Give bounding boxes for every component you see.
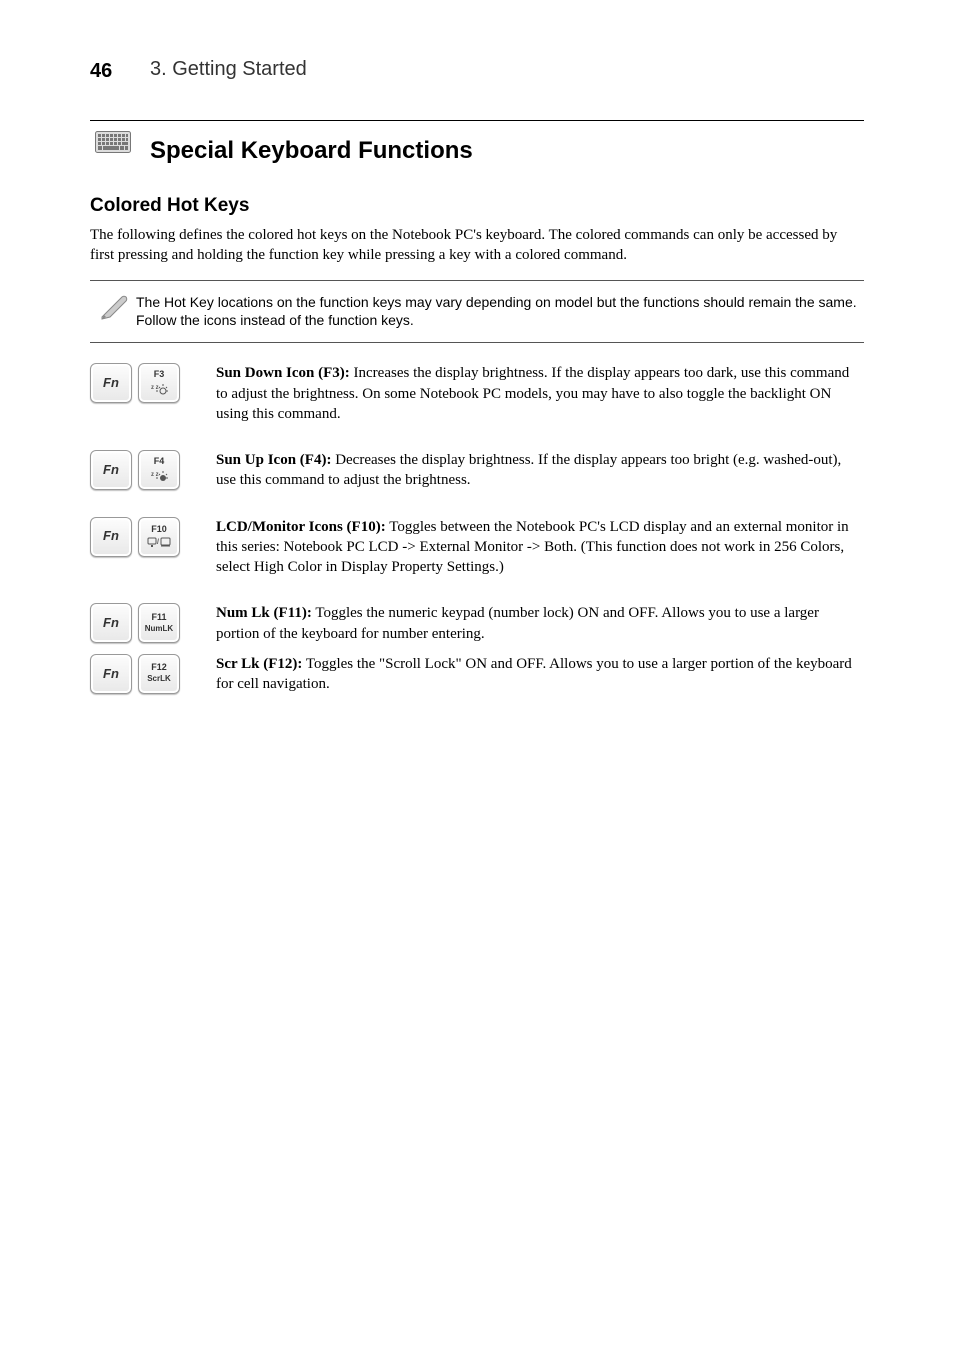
- f4-key-label: F4: [154, 457, 165, 467]
- f4-description: Sun Up Icon (F4): Decreases the display …: [210, 450, 864, 491]
- f12-key-label-top: F12: [151, 663, 167, 673]
- fn-key-icon: Fn: [90, 363, 132, 403]
- page: 46 3. Getting Started: [0, 0, 954, 1351]
- page-number: 46: [90, 60, 112, 83]
- f4-key-icon: F4 z z: [138, 450, 180, 490]
- lcd-monitor-icon: /: [147, 536, 171, 548]
- running-head: 3. Getting Started: [150, 58, 307, 81]
- fn-key-icon: Fn: [90, 654, 132, 694]
- f3-key-label: F3: [154, 370, 165, 380]
- f11-lead: Num Lk (F11):: [216, 605, 312, 621]
- fn-key-icon: Fn: [90, 603, 132, 643]
- svg-text:z z: z z: [151, 472, 159, 478]
- keyboard-icon: [95, 131, 131, 153]
- f3-description: Sun Down Icon (F3): Increases the displa…: [210, 363, 864, 424]
- f12-text: Toggles the "Scroll Lock" ON and OFF. Al…: [216, 656, 852, 692]
- f10-key-label: F10: [151, 525, 167, 535]
- section-rule: [90, 120, 864, 121]
- hotkey-row-f4: Fn F4 z z Sun Up Icon (F4): Decreases th…: [90, 450, 864, 491]
- colored-hotkeys-intro: The following defines the colored hot ke…: [90, 225, 864, 266]
- svg-text:z z: z z: [151, 385, 159, 391]
- f10-description: LCD/Monitor Icons (F10): Toggles between…: [210, 517, 864, 578]
- f11-key-label-top: F11: [151, 613, 166, 623]
- fn-key-icon: Fn: [90, 517, 132, 557]
- hotkey-row-f3: Fn F3 z z Sun Down Icon (F3): Increases …: [90, 363, 864, 424]
- hotkey-row-f10: Fn F10 / LCD/Monitor Icons (F10): Toggle…: [90, 517, 864, 578]
- f12-lead: Scr Lk (F12):: [216, 656, 302, 672]
- fn-key-icon: Fn: [90, 450, 132, 490]
- f10-key-icon: F10 /: [138, 517, 180, 557]
- hotkey-row-f11: Fn F11 NumLK Num Lk (F11): Toggles the n…: [90, 603, 864, 644]
- note-rule-bottom: [90, 342, 864, 343]
- f11-description: Num Lk (F11): Toggles the numeric keypad…: [210, 603, 864, 644]
- f11-key-icon: F11 NumLK: [138, 603, 180, 643]
- hotkey-row-f12: Fn F12 ScrLK Scr Lk (F12): Toggles the "…: [90, 654, 864, 695]
- sun-down-icon: z z: [149, 382, 169, 396]
- section-title: Special Keyboard Functions: [150, 137, 473, 165]
- f10-lead: LCD/Monitor Icons (F10):: [216, 519, 386, 535]
- f11-key-label-bot: NumLK: [145, 625, 173, 634]
- sun-up-icon: z z: [149, 469, 169, 483]
- f3-lead: Sun Down Icon (F3):: [216, 365, 350, 381]
- f3-key-icon: F3 z z: [138, 363, 180, 403]
- f4-lead: Sun Up Icon (F4):: [216, 452, 331, 468]
- svg-text:/: /: [157, 539, 159, 546]
- f12-key-label-bot: ScrLK: [147, 675, 171, 684]
- content-body: Special Keyboard Functions Colored Hot K…: [90, 120, 864, 694]
- f12-description: Scr Lk (F12): Toggles the "Scroll Lock" …: [210, 654, 864, 695]
- pen-note-icon: [96, 289, 130, 323]
- f12-key-icon: F12 ScrLK: [138, 654, 180, 694]
- colored-hotkeys-title: Colored Hot Keys: [90, 195, 864, 217]
- note-block: The Hot Key locations on the function ke…: [90, 280, 864, 344]
- note-rule-top: [90, 280, 864, 281]
- note-text: The Hot Key locations on the function ke…: [136, 293, 864, 331]
